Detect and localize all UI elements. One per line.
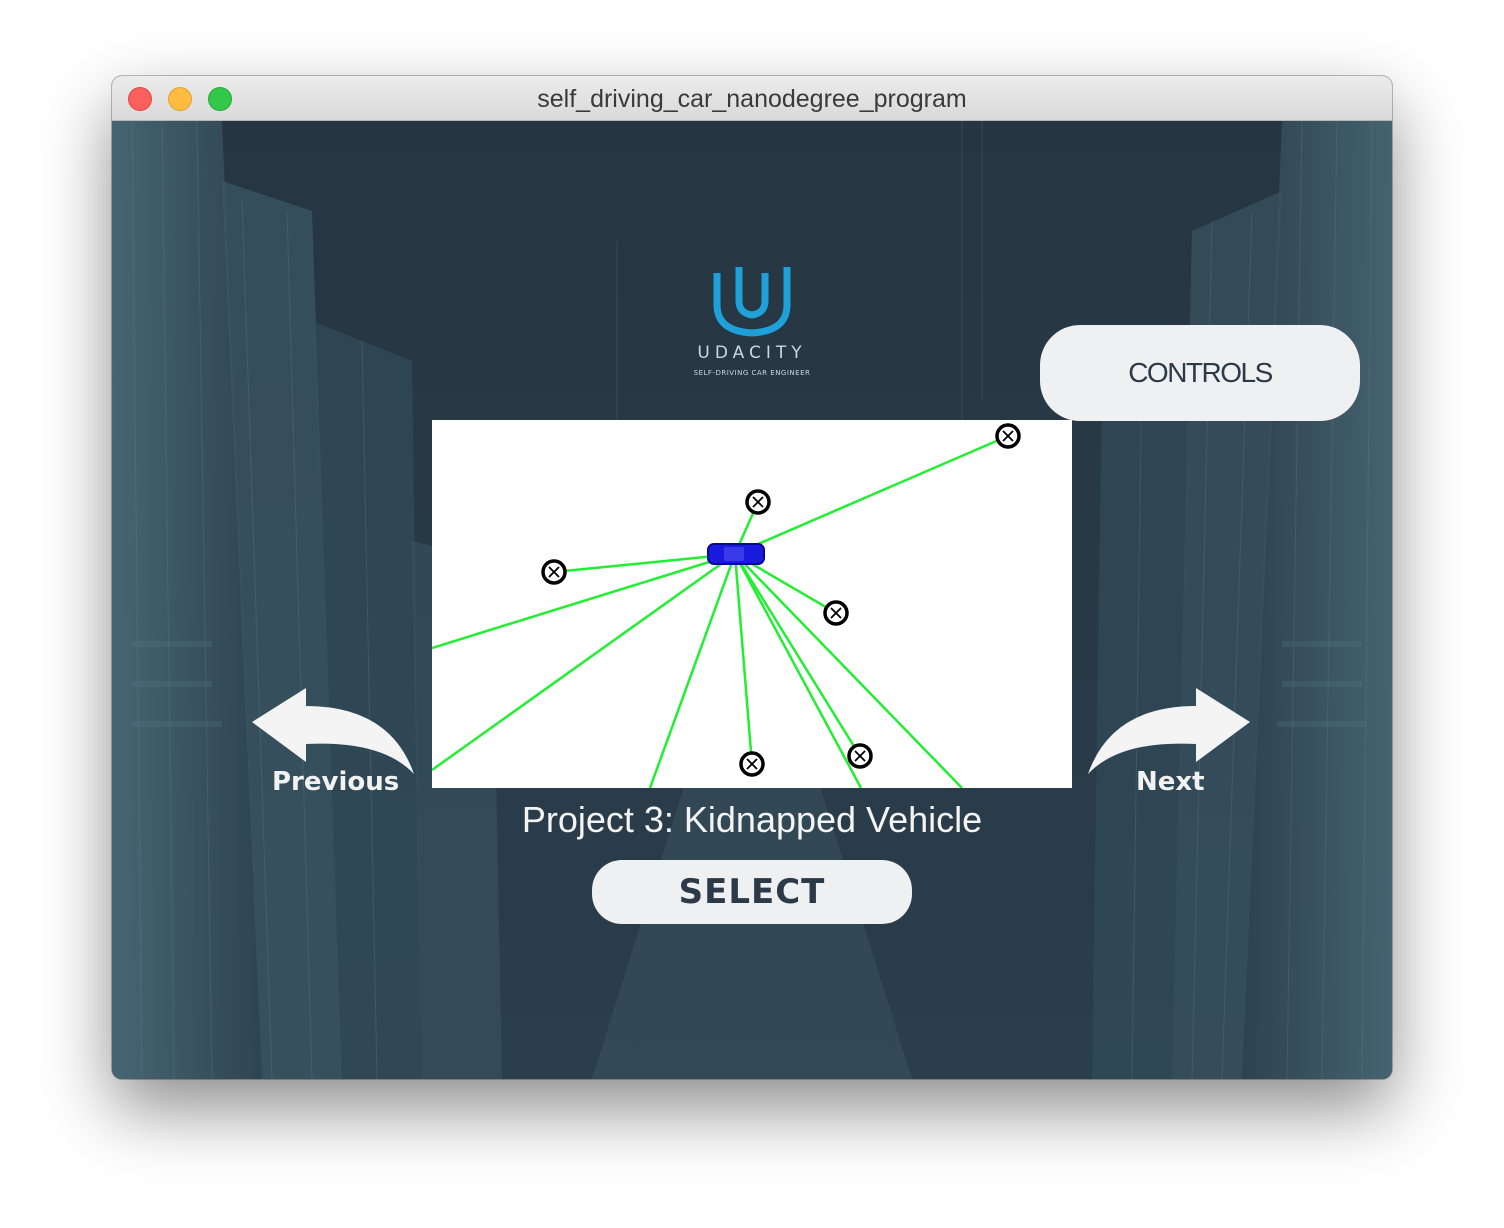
- next-button[interactable]: Next: [1136, 767, 1205, 797]
- curved-arrow-left-icon[interactable]: [250, 686, 416, 776]
- vehicle: [707, 543, 765, 565]
- logo-tagline: SELF-DRIVING CAR ENGINEER: [693, 369, 811, 377]
- app-window: self_driving_car_nanodegree_program UDAC…: [112, 76, 1392, 1079]
- title-bar[interactable]: self_driving_car_nanodegree_program: [112, 76, 1392, 121]
- controls-button[interactable]: CONTROLS: [1040, 325, 1360, 421]
- sensor-rays: [432, 434, 1009, 788]
- udacity-logo: UDACITY SELF-DRIVING CAR ENGINEER: [672, 261, 832, 401]
- window-title: self_driving_car_nanodegree_program: [537, 85, 967, 113]
- logo-wordmark: UDACITY: [697, 343, 807, 363]
- project-preview: [432, 420, 1072, 788]
- select-button[interactable]: SELECT: [592, 860, 912, 924]
- previous-button[interactable]: Previous: [272, 767, 399, 797]
- simulator-menu: UDACITY SELF-DRIVING CAR ENGINEER CONTRO…: [112, 121, 1392, 1079]
- udacity-u-logo-icon: [713, 267, 791, 337]
- curved-arrow-right-icon[interactable]: [1086, 686, 1252, 776]
- kidnapped-vehicle-preview: [432, 423, 1021, 788]
- project-title: Project 3: Kidnapped Vehicle: [521, 799, 983, 840]
